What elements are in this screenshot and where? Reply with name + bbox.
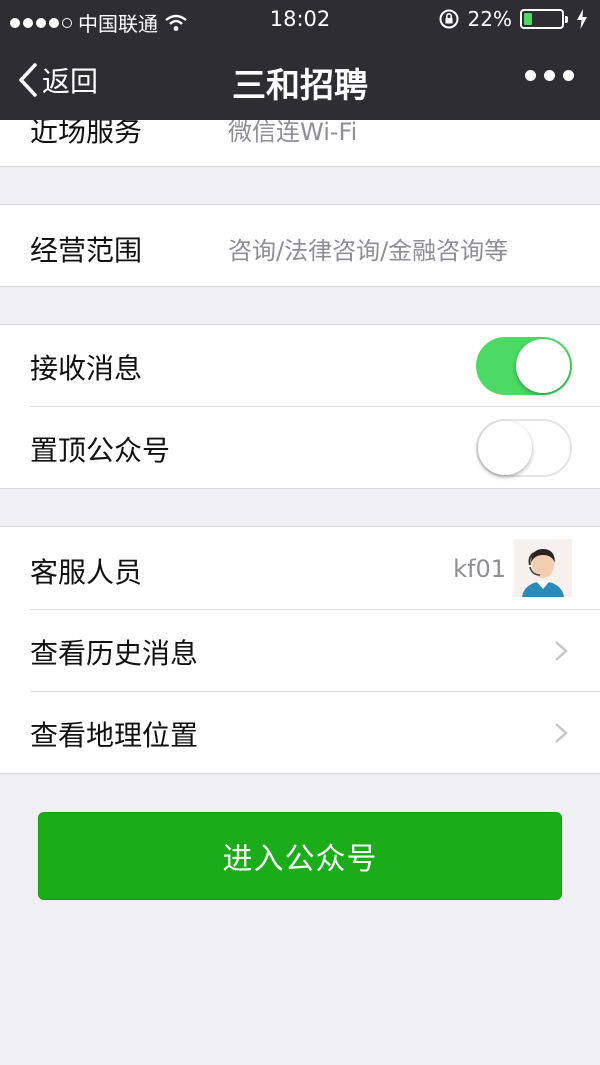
pin-account-toggle[interactable] [476, 419, 572, 477]
nearby-service-label: 近场服务 [30, 120, 143, 148]
enter-official-account-button[interactable]: 进入公众号 [38, 812, 562, 900]
receive-messages-label: 接收消息 [30, 352, 143, 385]
divider [0, 286, 600, 287]
business-scope-value: 咨询/法律咨询/金融咨询等 [228, 237, 509, 265]
charging-bolt-icon [577, 9, 587, 29]
settings-group: 接收消息 置顶公众号 [0, 325, 600, 488]
more-options-button[interactable] [525, 70, 574, 81]
battery-percent: 22% [467, 7, 512, 31]
navigation-bar: 返回 三和招聘 [0, 40, 600, 120]
divider [0, 488, 600, 489]
business-scope-label: 经营范围 [30, 234, 143, 267]
page-title: 三和招聘 [232, 66, 368, 106]
receive-messages-toggle[interactable] [476, 337, 572, 395]
chevron-right-icon [555, 641, 568, 661]
rotation-lock-icon [439, 9, 459, 29]
customer-service-label: 客服人员 [30, 556, 143, 589]
nearby-service-value: 微信连Wi-Fi [228, 120, 358, 146]
divider [30, 406, 600, 407]
chevron-right-icon [555, 723, 568, 743]
avatar[interactable] [514, 539, 572, 597]
divider [0, 166, 600, 167]
view-location-label: 查看地理位置 [30, 719, 199, 752]
row-nearby-service[interactable]: 近场服务 微信连Wi-Fi [0, 120, 600, 166]
customer-service-id: kf01 [453, 555, 506, 583]
view-history-row[interactable]: 查看历史消息 [0, 610, 600, 692]
row-business-scope: 经营范围 咨询/法律咨询/金融咨询等 [0, 205, 600, 286]
divider [0, 773, 600, 774]
pin-account-label: 置顶公众号 [30, 434, 171, 467]
view-history-label: 查看历史消息 [30, 637, 199, 670]
status-bar: 中国联通 18:02 22% [0, 0, 600, 40]
battery-icon [520, 9, 568, 29]
info-group: 客服人员 kf01 查看历史消息 查看地理位置 [0, 527, 600, 773]
view-location-row[interactable]: 查看地理位置 [0, 692, 600, 773]
